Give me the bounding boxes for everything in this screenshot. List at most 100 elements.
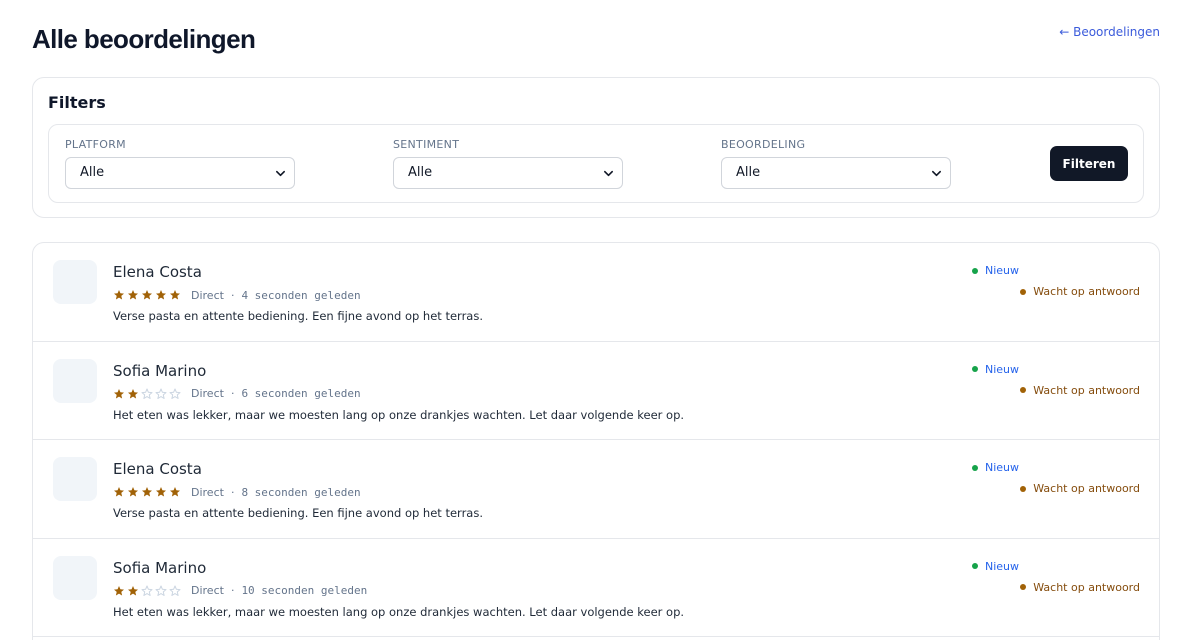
star-filled-icon xyxy=(142,487,152,497)
star-filled-icon xyxy=(128,487,138,497)
star-rating xyxy=(113,585,181,597)
back-to-reviews-link[interactable]: ← Beoordelingen xyxy=(1059,25,1160,39)
star-empty-icon xyxy=(141,388,153,399)
star-filled-icon xyxy=(170,487,180,497)
status-badge-new: Nieuw xyxy=(972,560,1019,573)
star-filled-icon xyxy=(156,290,166,300)
status-badge-new: Nieuw xyxy=(972,461,1019,474)
review-text: Het eten was lekker, maar we moesten lan… xyxy=(113,407,685,422)
review-meta: Direct · 4 seconden geleden xyxy=(113,288,361,302)
status-new-label: Nieuw xyxy=(985,264,1020,277)
star-rating xyxy=(113,388,181,400)
status-new-label: Nieuw xyxy=(985,461,1020,474)
status-new-label: Nieuw xyxy=(985,559,1020,573)
rating-select-value: Alle xyxy=(736,165,761,180)
reviewer-name: Sofia Marino xyxy=(113,558,207,577)
status-dot xyxy=(1020,288,1027,295)
review-time: 8 seconden geleden xyxy=(241,485,361,499)
meta-separator: · xyxy=(230,584,235,597)
status-badge-awaiting-reply: Wacht op antwoord xyxy=(1020,581,1140,594)
star-filled-icon xyxy=(114,388,124,398)
review-meta: Direct · 8 seconden geleden xyxy=(113,485,361,499)
filters-card: Filters PLATFORM Alle SENTIMENT Alle BEO… xyxy=(32,77,1160,218)
status-new-label: Nieuw xyxy=(985,362,1020,376)
review-item[interactable]: Sofia Marino Direct · 6 seconden geleden… xyxy=(33,342,1159,440)
avatar xyxy=(53,260,97,304)
page-title: Alle beoordelingen xyxy=(32,24,256,54)
status-dot xyxy=(1020,485,1027,492)
status-badge-new: Nieuw xyxy=(972,264,1019,277)
reviewer-name: Elena Costa xyxy=(113,460,202,478)
review-platform: Direct xyxy=(191,387,224,400)
avatar xyxy=(53,457,97,501)
filters-title: Filters xyxy=(48,93,106,112)
reviewer-name: Sofia Marino xyxy=(113,361,207,380)
chevron-down-icon xyxy=(604,170,613,177)
star-filled-icon xyxy=(114,487,124,497)
star-filled-icon xyxy=(128,585,138,595)
status-reply-label: Wacht op antwoord xyxy=(1033,285,1140,298)
status-badge-new: Nieuw xyxy=(972,363,1019,376)
review-platform: Direct xyxy=(191,584,224,597)
star-filled-icon xyxy=(128,388,138,398)
star-filled-icon xyxy=(128,290,138,300)
review-platform: Direct xyxy=(191,485,224,499)
status-dot xyxy=(972,366,978,372)
star-filled-icon xyxy=(156,487,166,497)
meta-separator: · xyxy=(230,387,235,400)
platform-filter-label: PLATFORM xyxy=(65,138,126,151)
meta-separator: · xyxy=(230,485,235,499)
star-empty-icon xyxy=(141,585,153,596)
review-text: Het eten was lekker, maar we moesten lan… xyxy=(113,604,685,619)
sentiment-filter: SENTIMENT Alle xyxy=(393,138,623,189)
rating-filter-label: BEOORDELING xyxy=(721,138,806,151)
star-empty-icon xyxy=(155,388,167,399)
rating-select[interactable]: Alle xyxy=(721,157,951,189)
status-badge-awaiting-reply: Wacht op antwoord xyxy=(1020,285,1140,298)
meta-separator: · xyxy=(230,288,235,302)
review-time: 6 seconden geleden xyxy=(241,387,361,400)
status-dot xyxy=(972,267,978,274)
status-dot xyxy=(972,464,978,471)
rating-filter: BEOORDELING Alle xyxy=(721,138,951,189)
platform-select-value: Alle xyxy=(80,165,105,180)
sentiment-select[interactable]: Alle xyxy=(393,157,623,189)
review-time: 10 seconden geleden xyxy=(241,584,368,597)
review-platform: Direct xyxy=(191,288,224,302)
review-meta: Direct · 6 seconden geleden xyxy=(113,387,361,401)
sentiment-filter-label: SENTIMENT xyxy=(393,138,460,151)
star-filled-icon xyxy=(114,585,124,595)
avatar xyxy=(53,358,97,403)
review-text: Verse pasta en attente bediening. Een fi… xyxy=(113,309,483,323)
status-reply-label: Wacht op antwoord xyxy=(1033,383,1140,397)
sentiment-select-value: Alle xyxy=(408,165,433,180)
avatar xyxy=(53,555,97,600)
chevron-down-icon xyxy=(932,170,941,177)
star-empty-icon xyxy=(169,585,181,596)
star-empty-icon xyxy=(169,388,181,399)
filter-submit-button[interactable]: Filteren xyxy=(1050,146,1128,181)
review-item[interactable]: Sofia Marino Direct · 10 seconden gelede… xyxy=(33,539,1159,637)
star-rating xyxy=(113,289,181,301)
platform-filter: PLATFORM Alle xyxy=(65,138,295,189)
reviews-list: Elena Costa Direct · 4 seconden geleden … xyxy=(32,242,1160,640)
review-item[interactable]: Elena Costa Direct · 4 seconden geleden … xyxy=(33,243,1159,342)
star-filled-icon xyxy=(142,290,152,300)
status-reply-label: Wacht op antwoord xyxy=(1033,580,1140,594)
status-badge-awaiting-reply: Wacht op antwoord xyxy=(1020,384,1140,397)
status-reply-label: Wacht op antwoord xyxy=(1033,482,1140,495)
star-rating xyxy=(113,486,181,498)
review-time: 4 seconden geleden xyxy=(241,288,361,302)
review-item[interactable]: Elena Costa Direct · 8 seconden geleden … xyxy=(33,440,1159,539)
reviews-page: Alle beoordelingen ← Beoordelingen Filte… xyxy=(0,0,1192,640)
review-meta: Direct · 10 seconden geleden xyxy=(113,584,367,598)
status-badge-awaiting-reply: Wacht op antwoord xyxy=(1020,482,1140,495)
star-empty-icon xyxy=(155,585,167,596)
review-text: Verse pasta en attente bediening. Een fi… xyxy=(113,506,483,520)
status-dot xyxy=(1020,584,1027,590)
chevron-down-icon xyxy=(276,170,285,177)
platform-select[interactable]: Alle xyxy=(65,157,295,189)
status-dot xyxy=(972,563,978,569)
star-filled-icon xyxy=(170,290,180,300)
status-dot xyxy=(1020,387,1027,393)
